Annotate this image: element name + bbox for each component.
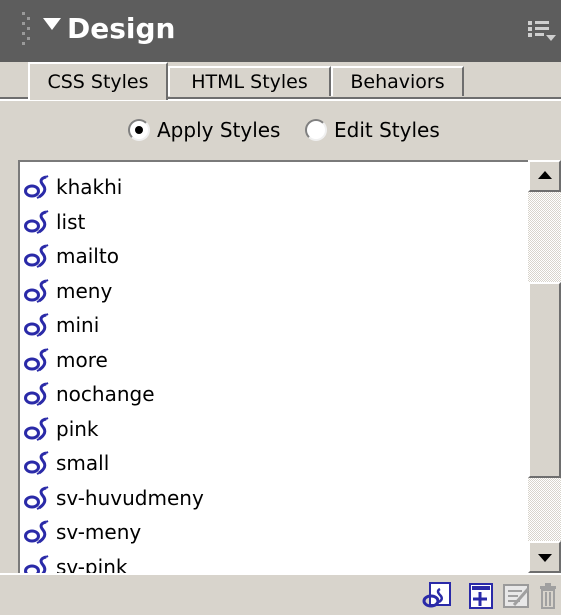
attach-style-sheet-button[interactable]	[420, 581, 454, 611]
scroll-down-arrow-icon	[538, 554, 552, 562]
attach-style-sheet-icon	[422, 582, 451, 608]
css-styles-list[interactable]: khakhi list mailto meny mini more nochange pink…	[18, 160, 561, 573]
style-list-item[interactable]: sv-pink	[20, 550, 520, 573]
css-style-icon	[24, 312, 52, 338]
css-style-icon	[24, 347, 52, 373]
style-list-item[interactable]: mailto	[20, 239, 520, 274]
style-list-item[interactable]: pink	[20, 412, 520, 447]
scrollbar-thumb[interactable]	[528, 282, 561, 478]
scroll-up-button[interactable]	[528, 160, 561, 192]
apply-styles-label[interactable]: Apply Styles	[157, 117, 280, 143]
tab-html-styles[interactable]: HTML Styles	[168, 66, 331, 96]
list-scrollbar[interactable]	[528, 160, 561, 573]
style-name: sv-huvudmeny	[56, 485, 204, 510]
new-style-icon	[469, 583, 493, 609]
edit-styles-radio[interactable]	[305, 119, 327, 141]
css-style-icon	[24, 450, 52, 476]
style-list-item[interactable]: sv-huvudmeny	[20, 481, 520, 516]
delete-style-icon	[540, 583, 556, 609]
apply-styles-radio[interactable]	[128, 119, 150, 141]
style-name: meny	[56, 278, 113, 303]
css-style-icon	[24, 554, 52, 573]
css-style-icon	[24, 243, 52, 269]
edit-style-sheet-icon	[503, 584, 530, 608]
style-name: sv-meny	[56, 520, 142, 545]
mode-radio-group: Apply Styles Edit Styles	[0, 101, 561, 159]
style-name: mailto	[56, 244, 119, 269]
scroll-up-arrow-icon	[538, 171, 552, 179]
tab-behaviors[interactable]: Behaviors	[331, 66, 464, 96]
design-panel: Design CSS Styles HTML Styles Behaviors …	[0, 0, 561, 615]
style-name: pink	[56, 416, 99, 441]
bottom-toolbar	[0, 573, 561, 615]
css-style-icon	[24, 416, 52, 442]
css-style-icon	[24, 381, 52, 407]
css-style-icon	[24, 209, 52, 235]
css-style-icon	[24, 519, 52, 545]
style-list-item[interactable]: mini	[20, 308, 520, 343]
style-name: sv-pink	[56, 554, 128, 573]
edit-styles-label[interactable]: Edit Styles	[334, 117, 440, 143]
style-name: small	[56, 451, 110, 476]
style-list-item[interactable]: list	[20, 205, 520, 240]
collapse-arrow-icon[interactable]	[43, 18, 61, 30]
style-list-item[interactable]: more	[20, 343, 520, 378]
panel-title: Design	[67, 12, 176, 45]
scroll-down-button[interactable]	[528, 541, 561, 573]
style-list-item[interactable]: small	[20, 446, 520, 481]
css-style-icon	[24, 278, 52, 304]
new-style-button[interactable]	[462, 581, 496, 611]
style-list-item[interactable]: nochange	[20, 377, 520, 412]
css-style-icon	[24, 485, 52, 511]
panel-options-menu-icon[interactable]	[528, 20, 556, 44]
style-name: mini	[56, 313, 100, 338]
style-name: more	[56, 347, 108, 372]
css-style-icon	[24, 174, 52, 200]
style-list-item[interactable]: sv-meny	[20, 515, 520, 550]
style-name: khakhi	[56, 175, 123, 200]
style-name: list	[56, 209, 86, 234]
tab-css-styles[interactable]: CSS Styles	[28, 62, 168, 100]
grip-handle-icon[interactable]	[22, 12, 32, 48]
style-list-item[interactable]: meny	[20, 274, 520, 309]
style-list-item[interactable]: khakhi	[20, 170, 520, 205]
style-list-items: khakhi list mailto meny mini more nochange pink…	[20, 170, 520, 573]
style-name: nochange	[56, 382, 155, 407]
panel-header[interactable]: Design	[0, 0, 561, 62]
edit-style-sheet-button[interactable]	[500, 581, 534, 611]
delete-style-button[interactable]	[536, 581, 561, 611]
